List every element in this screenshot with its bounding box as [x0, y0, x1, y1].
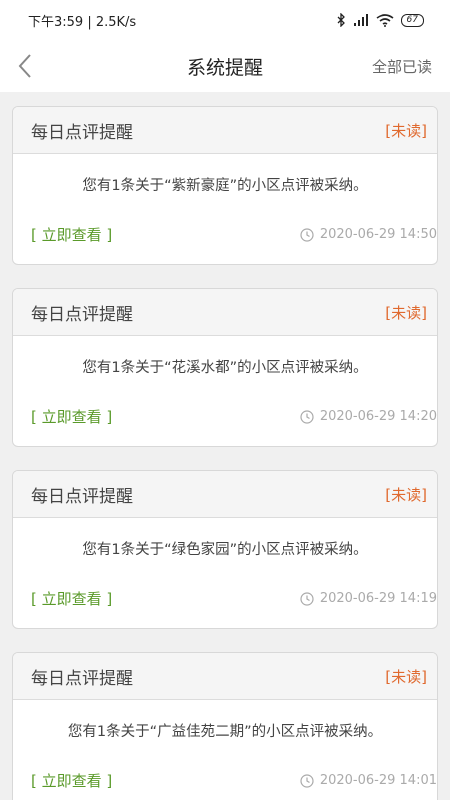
status-bar: 下午3:59 | 2.5K/s 67	[0, 0, 450, 40]
view-now-link[interactable]: [ 立即查看 ]	[31, 224, 112, 245]
notification-card: 每日点评提醒 [未读] 您有1条关于“绿色家园”的小区点评被采纳。 [ 立即查看…	[12, 470, 438, 629]
notification-header: 每日点评提醒 [未读]	[13, 289, 437, 336]
view-now-link[interactable]: [ 立即查看 ]	[31, 406, 112, 427]
view-now-link[interactable]: [ 立即查看 ]	[31, 588, 112, 609]
bluetooth-icon	[337, 13, 345, 27]
notification-card: 每日点评提醒 [未读] 您有1条关于“花溪水都”的小区点评被采纳。 [ 立即查看…	[12, 288, 438, 447]
time-text: 2020-06-29 14:01	[319, 773, 437, 788]
clock-icon	[300, 591, 314, 606]
unread-badge: [未读]	[385, 121, 427, 140]
chevron-left-icon	[18, 54, 31, 78]
notification-title: 每日点评提醒	[31, 122, 133, 143]
notification-card: 每日点评提醒 [未读] 您有1条关于“紫新豪庭”的小区点评被采纳。 [ 立即查看…	[12, 106, 438, 265]
notification-title: 每日点评提醒	[31, 486, 133, 507]
notification-header: 每日点评提醒 [未读]	[13, 107, 437, 154]
notification-footer: [ 立即查看 ] 2020-06-29 14:19	[13, 588, 437, 609]
notification-header: 每日点评提醒 [未读]	[13, 471, 437, 518]
notification-footer: [ 立即查看 ] 2020-06-29 14:01	[13, 770, 437, 791]
nav-bar: 系统提醒 全部已读	[0, 40, 450, 92]
notification-card: 每日点评提醒 [未读] 您有1条关于“广益佳苑二期”的小区点评被采纳。 [ 立即…	[12, 652, 438, 800]
notification-time: 2020-06-29 14:19	[300, 591, 437, 606]
notification-message: 您有1条关于“广益佳苑二期”的小区点评被采纳。	[67, 724, 383, 740]
notification-header: 每日点评提醒 [未读]	[13, 653, 437, 700]
clock-icon	[300, 227, 314, 242]
notification-message: 您有1条关于“花溪水都”的小区点评被采纳。	[82, 360, 368, 376]
battery-icon: 67	[400, 13, 424, 27]
notification-list: 每日点评提醒 [未读] 您有1条关于“紫新豪庭”的小区点评被采纳。 [ 立即查看…	[0, 92, 450, 800]
mark-all-read-button[interactable]: 全部已读	[372, 56, 432, 77]
notification-time: 2020-06-29 14:01	[300, 773, 437, 788]
unread-badge: [未读]	[385, 667, 427, 686]
time-text: 2020-06-29 14:50	[319, 227, 437, 242]
time-text: 2020-06-29 14:20	[319, 409, 437, 424]
notification-message: 您有1条关于“绿色家园”的小区点评被采纳。	[82, 542, 368, 558]
status-time-speed: 下午3:59 | 2.5K/s	[28, 14, 137, 30]
view-now-link[interactable]: [ 立即查看 ]	[31, 770, 112, 791]
wifi-icon	[376, 13, 394, 27]
time-text: 2020-06-29 14:19	[319, 591, 437, 606]
unread-badge: [未读]	[385, 485, 427, 504]
notification-footer: [ 立即查看 ] 2020-06-29 14:50	[13, 224, 437, 245]
clock-icon	[300, 773, 314, 788]
unread-badge: [未读]	[385, 303, 427, 322]
notification-message: 您有1条关于“紫新豪庭”的小区点评被采纳。	[82, 178, 368, 194]
notification-time: 2020-06-29 14:20	[300, 409, 437, 424]
notification-time: 2020-06-29 14:50	[300, 227, 437, 242]
signal-icon	[353, 14, 368, 26]
clock-icon	[300, 409, 314, 424]
notification-footer: [ 立即查看 ] 2020-06-29 14:20	[13, 406, 437, 427]
back-button[interactable]	[18, 52, 42, 80]
status-icons: 67	[337, 13, 424, 27]
notification-title: 每日点评提醒	[31, 304, 133, 325]
notification-title: 每日点评提醒	[31, 668, 133, 689]
